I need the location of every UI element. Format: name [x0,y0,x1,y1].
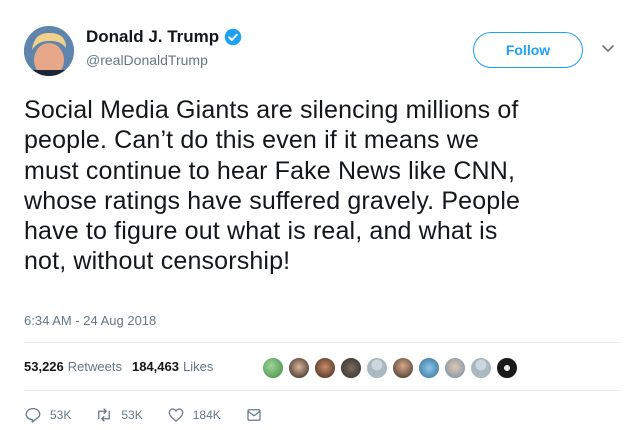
likes-count[interactable]: 184,463 [132,359,179,374]
tweet-line: people. Can’t do this even if it means w… [24,126,480,155]
retweet-button[interactable]: 53K [95,406,143,424]
liker-avatar[interactable] [340,357,362,379]
liker-avatar[interactable] [288,357,310,379]
divider [24,342,620,343]
tweet-line: Social Media Giants are silencing millio… [24,96,519,124]
liker-avatar[interactable] [418,357,440,379]
retweet-count: 53K [121,408,143,422]
liker-avatar[interactable] [314,357,336,379]
envelope-icon [247,409,261,421]
liker-avatar[interactable] [262,357,284,379]
reply-icon [25,407,41,423]
tweet-line: have to figure out what is real, and wha… [24,217,498,246]
tweet-line: not, without censorship! [24,247,291,276]
liker-avatars [262,357,522,379]
tweet-actions: 53K 53K 184K [24,406,295,424]
like-count: 184K [192,408,221,422]
liker-avatar[interactable] [470,357,492,379]
liker-avatar[interactable] [496,357,518,379]
tweet-line: must continue to hear Fake News like CNN… [24,156,516,185]
follow-button[interactable]: Follow [473,32,583,68]
direct-message-button[interactable] [245,406,271,424]
author-handle[interactable]: @realDonaldTrump [86,52,208,68]
liker-avatar[interactable] [444,357,466,379]
reply-count: 53K [50,408,72,422]
tweet-line: whose ratings have suffered gravely. Peo… [24,186,521,215]
tweet-stats: 53,226 Retweets 184,463 Likes [24,359,223,374]
liker-avatar[interactable] [392,357,414,379]
heart-icon [168,408,184,422]
tweet-timestamp[interactable]: 6:34 AM - 24 Aug 2018 [24,313,156,328]
likes-label[interactable]: Likes [183,359,213,374]
avatar[interactable] [24,26,74,76]
verified-badge-icon [224,28,242,46]
author-name-row: Donald J. Trump [86,27,242,47]
chevron-down-icon[interactable] [601,42,615,56]
author-display-name[interactable]: Donald J. Trump [86,27,219,47]
divider [24,390,620,391]
reply-button[interactable]: 53K [24,406,71,424]
tweet-text: Social Media Giants are silencing millio… [24,95,624,277]
like-button[interactable]: 184K [167,406,221,424]
retweets-count[interactable]: 53,226 [24,359,64,374]
retweet-icon [98,408,111,422]
avatar-image [24,26,74,76]
liker-avatar[interactable] [366,357,388,379]
retweets-label[interactable]: Retweets [68,359,122,374]
